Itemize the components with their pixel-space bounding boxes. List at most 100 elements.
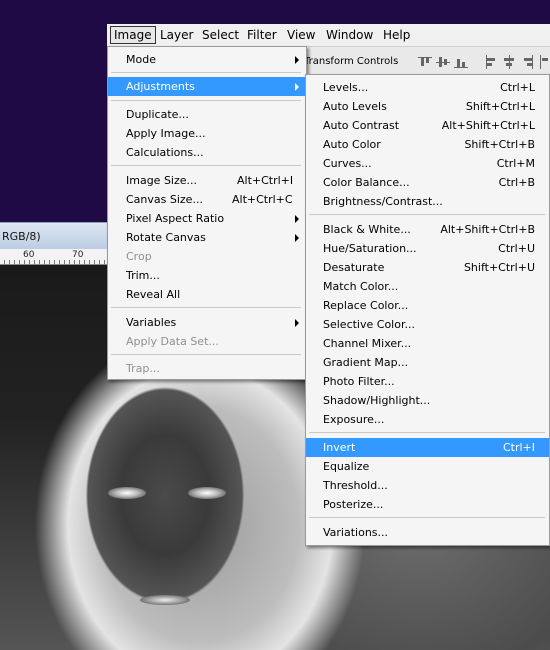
submenu-arrow-icon <box>295 83 299 91</box>
menu-window[interactable]: Window <box>323 27 376 43</box>
submenu-arrow-icon <box>295 215 299 223</box>
adjustments-item-auto-levels[interactable]: Auto Levels Shift+Ctrl+L <box>306 97 549 116</box>
menu-item-crop[interactable]: Crop <box>108 247 306 266</box>
menu-item-trap[interactable]: Trap... <box>108 359 306 378</box>
adjustments-submenu: Levels... Ctrl+L Auto Levels Shift+Ctrl+L Au… <box>305 74 550 546</box>
menu-item-apply-data-set[interactable]: Apply Data Set... <box>108 332 306 351</box>
menu-item-reveal-all[interactable]: Reveal All <box>108 285 306 304</box>
adjustments-item-black-white[interactable]: Black & White... Alt+Shift+Ctrl+B <box>306 220 549 239</box>
ruler-mark: 70 <box>71 250 85 260</box>
menu-item-calculations[interactable]: Calculations... <box>108 143 306 162</box>
align-left-icon[interactable] <box>484 55 498 69</box>
menu-item-label: Auto Contrast <box>323 119 400 132</box>
menu-help[interactable]: Help <box>380 27 413 43</box>
menu-item-label: Shadow/Highlight... <box>323 394 431 407</box>
photo-eye <box>188 487 226 499</box>
image-menu: Mode Adjustments Duplicate... Apply Imag… <box>107 46 307 380</box>
menu-item-shortcut: Ctrl+L <box>500 81 535 94</box>
menu-filter[interactable]: Filter <box>244 27 280 43</box>
menu-item-mode[interactable]: Mode <box>108 50 306 69</box>
menu-select[interactable]: Select <box>199 27 242 43</box>
adjustments-item-exposure[interactable]: Exposure... <box>306 410 549 429</box>
menu-item-label: Image Size... <box>126 174 198 187</box>
menu-item-shortcut: Alt+Ctrl+C <box>232 193 293 206</box>
menu-item-apply-image[interactable]: Apply Image... <box>108 124 306 143</box>
adjustments-item-variations[interactable]: Variations... <box>306 523 549 542</box>
align-vcenter-icon[interactable] <box>436 55 450 69</box>
menu-image[interactable]: Image <box>110 26 156 44</box>
menu-separator <box>111 165 301 166</box>
menu-item-label: Apply Image... <box>126 127 206 140</box>
adjustments-item-selective-color[interactable]: Selective Color... <box>306 315 549 334</box>
menu-item-image-size[interactable]: Image Size... Alt+Ctrl+I <box>108 171 306 190</box>
menu-item-label: Color Balance... <box>323 176 410 189</box>
adjustments-item-equalize[interactable]: Equalize <box>306 457 549 476</box>
transform-controls-label[interactable]: Transform Controls <box>304 56 398 67</box>
menu-item-rotate-canvas[interactable]: Rotate Canvas <box>108 228 306 247</box>
menu-item-label: Desaturate <box>323 261 385 274</box>
menu-item-label: Variables <box>126 316 177 329</box>
menu-item-label: Apply Data Set... <box>126 335 219 348</box>
menu-item-adjustments[interactable]: Adjustments <box>108 77 306 96</box>
adjustments-item-brightness-contrast[interactable]: Brightness/Contrast... <box>306 192 549 211</box>
adjustments-item-photo-filter[interactable]: Photo Filter... <box>306 372 549 391</box>
adjustments-item-invert[interactable]: Invert Ctrl+I <box>306 438 549 457</box>
menu-item-label: Adjustments <box>126 80 195 93</box>
menu-item-label: Selective Color... <box>323 318 415 331</box>
menu-separator <box>309 432 545 433</box>
distribute-icon[interactable] <box>540 55 550 69</box>
menu-item-duplicate[interactable]: Duplicate... <box>108 105 306 124</box>
align-bottom-icon[interactable] <box>454 55 468 69</box>
align-right-icon[interactable] <box>520 55 534 69</box>
menu-item-canvas-size[interactable]: Canvas Size... Alt+Ctrl+C <box>108 190 306 209</box>
menu-item-label: Calculations... <box>126 146 204 159</box>
align-hcenter-icon[interactable] <box>502 55 516 69</box>
menu-item-pixel-aspect-ratio[interactable]: Pixel Aspect Ratio <box>108 209 306 228</box>
adjustments-item-auto-contrast[interactable]: Auto Contrast Alt+Shift+Ctrl+L <box>306 116 549 135</box>
menu-item-label: Trim... <box>126 269 160 282</box>
menu-item-shortcut: Alt+Shift+Ctrl+B <box>440 223 535 236</box>
submenu-arrow-icon <box>295 234 299 242</box>
menu-separator <box>111 354 301 355</box>
menu-item-label: Auto Levels <box>323 100 387 113</box>
adjustments-item-replace-color[interactable]: Replace Color... <box>306 296 549 315</box>
menu-bar: Image Layer Select Filter View Window He… <box>107 24 550 47</box>
menu-view[interactable]: View <box>284 27 318 43</box>
align-top-icon[interactable] <box>418 55 432 69</box>
menu-item-label: Exposure... <box>323 413 385 426</box>
adjustments-item-match-color[interactable]: Match Color... <box>306 277 549 296</box>
menu-separator <box>111 307 301 308</box>
adjustments-item-threshold[interactable]: Threshold... <box>306 476 549 495</box>
menu-item-label: Threshold... <box>323 479 388 492</box>
menu-item-shortcut: Ctrl+U <box>498 242 535 255</box>
adjustments-item-desaturate[interactable]: Desaturate Shift+Ctrl+U <box>306 258 549 277</box>
menu-item-label: Channel Mixer... <box>323 337 412 350</box>
menu-item-label: Gradient Map... <box>323 356 409 369</box>
menu-item-label: Brightness/Contrast... <box>323 195 443 208</box>
menu-item-shortcut: Shift+Ctrl+L <box>465 100 535 113</box>
adjustments-item-auto-color[interactable]: Auto Color Shift+Ctrl+B <box>306 135 549 154</box>
submenu-arrow-icon <box>295 56 299 64</box>
menu-item-shortcut: Shift+Ctrl+B <box>464 138 535 151</box>
photo-eye <box>108 487 146 499</box>
menu-separator <box>111 72 301 73</box>
menu-layer[interactable]: Layer <box>157 27 196 43</box>
adjustments-item-curves[interactable]: Curves... Ctrl+M <box>306 154 549 173</box>
photo-lips <box>140 595 190 605</box>
adjustments-item-color-balance[interactable]: Color Balance... Ctrl+B <box>306 173 549 192</box>
menu-item-label: Rotate Canvas <box>126 231 206 244</box>
adjustments-item-levels[interactable]: Levels... Ctrl+L <box>306 78 549 97</box>
adjustments-item-posterize[interactable]: Posterize... <box>306 495 549 514</box>
menu-item-label: Duplicate... <box>126 108 189 121</box>
menu-item-label: Levels... <box>323 81 369 94</box>
menu-item-shortcut: Ctrl+I <box>502 441 535 454</box>
menu-item-label: Canvas Size... <box>126 193 203 206</box>
adjustments-item-gradient-map[interactable]: Gradient Map... <box>306 353 549 372</box>
adjustments-item-channel-mixer[interactable]: Channel Mixer... <box>306 334 549 353</box>
menu-item-trim[interactable]: Trim... <box>108 266 306 285</box>
menu-item-label: Match Color... <box>323 280 399 293</box>
adjustments-item-shadow-highlight[interactable]: Shadow/Highlight... <box>306 391 549 410</box>
menu-item-shortcut: Ctrl+M <box>496 157 535 170</box>
menu-item-variables[interactable]: Variables <box>108 313 306 332</box>
adjustments-item-hue-saturation[interactable]: Hue/Saturation... Ctrl+U <box>306 239 549 258</box>
